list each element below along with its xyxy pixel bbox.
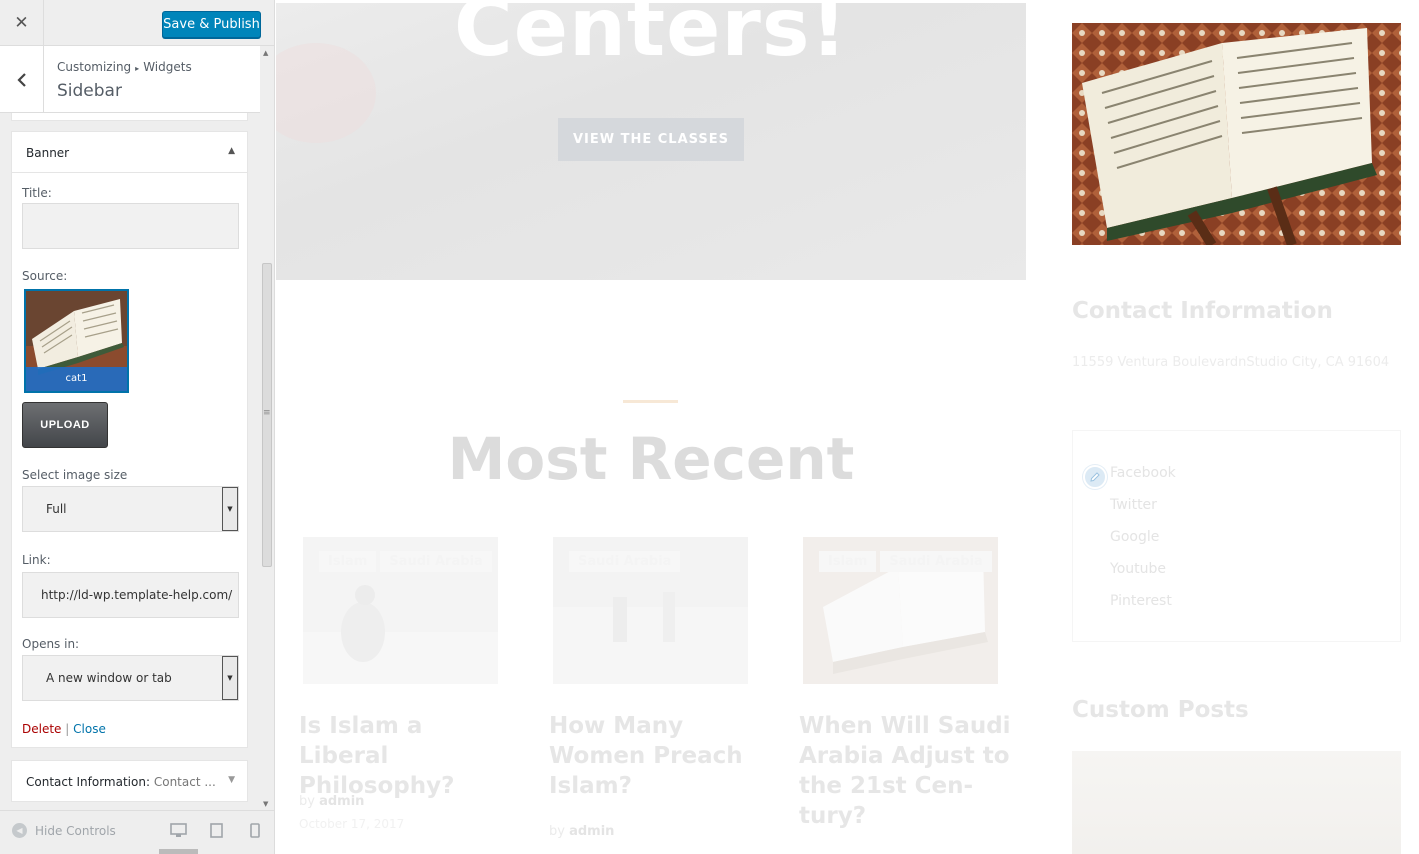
post-tag[interactable]: Saudi Arabia bbox=[569, 551, 681, 572]
post-meta: by admin bbox=[549, 824, 614, 839]
breadcrumb-child: Widgets bbox=[143, 60, 192, 74]
panel-scrollbar[interactable]: ▲ ≡ ▼ bbox=[260, 46, 274, 810]
title-label: Title: bbox=[22, 186, 52, 200]
image-size-value: Full bbox=[46, 502, 67, 516]
post-title[interactable]: When Will Saudi Arabia Adjust to the 21s… bbox=[799, 711, 1014, 831]
contact-widget-title: Contact Information: Contact ... bbox=[26, 775, 216, 789]
desktop-icon[interactable] bbox=[170, 823, 187, 838]
view-classes-button[interactable]: VIEW THE CLASSES bbox=[558, 118, 744, 161]
back-button[interactable] bbox=[0, 46, 44, 113]
dropdown-arrow-icon[interactable]: ▼ bbox=[222, 487, 238, 531]
site-preview: Centers! VIEW THE CLASSES Most Recent Is… bbox=[276, 0, 1419, 854]
scroll-up-icon[interactable]: ▲ bbox=[263, 49, 268, 57]
hero-heading: Centers! bbox=[454, 3, 848, 74]
post-by: by bbox=[299, 794, 315, 809]
source-image-thumbnail[interactable]: cat1 bbox=[24, 289, 129, 393]
expand-arrow-icon[interactable]: ▼ bbox=[228, 775, 235, 785]
contact-information-widget[interactable]: Contact Information: Contact ... ▼ bbox=[11, 760, 248, 802]
mobile-icon[interactable] bbox=[250, 823, 260, 838]
section-divider bbox=[623, 400, 678, 403]
banner-widget-header[interactable]: Banner ▲ bbox=[12, 132, 247, 173]
post-author[interactable]: admin bbox=[319, 794, 364, 809]
contact-info-heading: Contact Information bbox=[1072, 298, 1333, 324]
link-input[interactable]: http://ld-wp.template-help.com/ bbox=[22, 572, 239, 618]
delete-link[interactable]: Delete bbox=[22, 722, 61, 736]
social-link-youtube[interactable]: Youtube bbox=[1110, 561, 1166, 577]
post-by: by bbox=[549, 824, 565, 839]
post-image[interactable]: Saudi Arabia bbox=[553, 537, 748, 684]
link-label: Link: bbox=[22, 553, 51, 567]
close-link[interactable]: Close bbox=[73, 722, 106, 736]
quran-book-image bbox=[1072, 23, 1401, 245]
scroll-down-icon[interactable]: ▼ bbox=[263, 800, 268, 808]
post-image[interactable]: Islam Saudi Arabia bbox=[303, 537, 498, 684]
hide-controls-label: Hide Controls bbox=[35, 823, 116, 838]
contact-address: 11559 Ventura BoulevardnStudio City, CA … bbox=[1072, 355, 1390, 370]
banner-widget-title: Banner bbox=[26, 146, 70, 160]
banner-widget-image[interactable] bbox=[1072, 23, 1401, 245]
post-title[interactable]: How Many Women Preach Islam? bbox=[549, 711, 764, 801]
opens-in-value: A new window or tab bbox=[46, 671, 172, 685]
opens-in-label: Opens in: bbox=[22, 637, 80, 651]
dropdown-arrow-icon[interactable]: ▼ bbox=[222, 656, 238, 700]
contact-widget-name: Contact Information: bbox=[26, 775, 151, 789]
chevron-left-icon bbox=[16, 72, 26, 87]
edit-pencil-icon[interactable] bbox=[1083, 465, 1107, 489]
tablet-icon[interactable] bbox=[210, 823, 223, 838]
post-date: October 17, 2017 bbox=[299, 817, 405, 831]
save-publish-button[interactable]: Save & Publish bbox=[162, 11, 261, 38]
source-label: Source: bbox=[22, 269, 68, 283]
social-link-twitter[interactable]: Twitter bbox=[1110, 497, 1157, 513]
section-title: Sidebar bbox=[57, 81, 122, 101]
social-link-pinterest[interactable]: Pinterest bbox=[1110, 593, 1172, 609]
social-link-google[interactable]: Google bbox=[1110, 529, 1159, 545]
image-size-label: Select image size bbox=[22, 468, 128, 482]
post-tags: Islam Saudi Arabia bbox=[319, 551, 492, 572]
image-size-select[interactable]: Full ▼ bbox=[22, 486, 239, 532]
customizer-header: ✕ Save & Publish bbox=[0, 0, 274, 46]
action-separator: | bbox=[65, 722, 70, 736]
post-tag[interactable]: Saudi Arabia bbox=[880, 551, 992, 572]
source-image-caption: cat1 bbox=[26, 367, 127, 391]
previous-widget-edge bbox=[11, 113, 248, 121]
social-links-widget: Facebook Twitter Google Youtube Pinteres… bbox=[1072, 430, 1401, 642]
breadcrumb-parent: Customizing bbox=[57, 60, 132, 74]
post-author[interactable]: admin bbox=[569, 824, 614, 839]
title-input[interactable] bbox=[22, 203, 239, 249]
post-tags: Islam Saudi Arabia bbox=[819, 551, 992, 572]
contact-widget-subtitle: Contact ... bbox=[153, 775, 216, 789]
post-tags: Saudi Arabia bbox=[569, 551, 681, 572]
post-tag[interactable]: Saudi Arabia bbox=[380, 551, 492, 572]
banner-widget: Banner ▲ Title: Source: cat1 UPLOAD Sele… bbox=[11, 131, 248, 748]
upload-button[interactable]: UPLOAD bbox=[22, 402, 108, 448]
breadcrumb-separator: ▸ bbox=[135, 64, 140, 73]
custom-post-image[interactable] bbox=[1072, 751, 1401, 854]
customizer-panel: ✕ Save & Publish Customizing ▸ Widgets Sid… bbox=[0, 0, 275, 854]
close-customizer-button[interactable]: ✕ bbox=[0, 0, 44, 46]
post-tag[interactable]: Islam bbox=[819, 551, 877, 572]
scrollbar-grip-icon: ≡ bbox=[263, 408, 271, 418]
custom-posts-heading: Custom Posts bbox=[1072, 697, 1249, 723]
post-tag[interactable]: Islam bbox=[319, 551, 377, 572]
post-meta: by admin bbox=[299, 794, 364, 809]
breadcrumb: Customizing ▸ Widgets bbox=[57, 60, 192, 74]
widget-actions: Delete | Close bbox=[22, 722, 106, 736]
active-device-indicator bbox=[159, 849, 198, 854]
collapse-circle-icon: ◀ bbox=[12, 823, 27, 838]
close-icon: ✕ bbox=[14, 13, 29, 33]
collapse-arrow-icon[interactable]: ▲ bbox=[228, 146, 235, 156]
social-link-facebook[interactable]: Facebook bbox=[1110, 465, 1176, 481]
opens-in-select[interactable]: A new window or tab ▼ bbox=[22, 655, 239, 701]
post-image[interactable]: Islam Saudi Arabia bbox=[803, 537, 998, 684]
section-title-bar: Customizing ▸ Widgets Sidebar bbox=[0, 46, 261, 113]
post-title[interactable]: Is Islam a Liberal Philosophy? bbox=[299, 711, 514, 801]
most-recent-heading: Most Recent bbox=[447, 425, 855, 493]
customizer-footer: ◀ Hide Controls bbox=[0, 810, 274, 854]
hide-controls-button[interactable]: ◀ Hide Controls bbox=[12, 823, 116, 838]
hero-banner: Centers! VIEW THE CLASSES bbox=[276, 3, 1026, 280]
